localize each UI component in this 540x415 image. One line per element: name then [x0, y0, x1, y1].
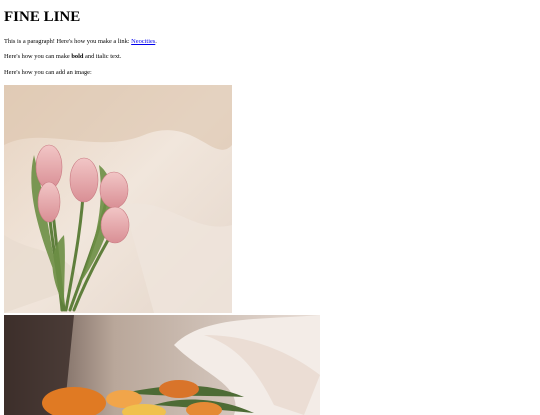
paragraph-text-end: .	[155, 37, 157, 45]
flowers-image	[4, 314, 320, 415]
tulips-image	[4, 84, 232, 313]
paragraph-link: This is a paragraph! Here's how you make…	[4, 38, 536, 46]
tulips-bouquet-photo-icon	[4, 84, 232, 313]
page-content: FINE LINE This is a paragraph! Here's ho…	[0, 0, 540, 415]
paragraph-bold: Here's how you can make bold and italic …	[4, 53, 536, 61]
paragraph-text: Here's how you can make	[4, 53, 72, 61]
bold-text: bold	[71, 53, 84, 61]
paragraph-text: This is a paragraph! Here's how you make…	[4, 37, 132, 45]
orange-flowers-photo-icon	[4, 314, 320, 415]
page-title: FINE LINE	[4, 9, 81, 25]
paragraph-text-end: and italic text.	[83, 53, 122, 61]
neocities-link[interactable]: Neocities	[131, 38, 155, 45]
paragraph-image: Here's how you can add an image:	[4, 68, 92, 76]
